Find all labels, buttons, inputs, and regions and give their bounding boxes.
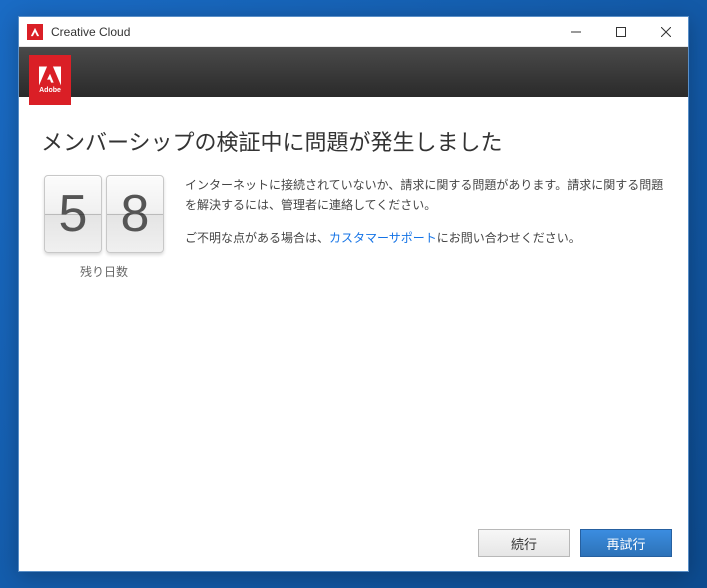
counter-label: 残り日数 <box>80 263 128 280</box>
continue-button[interactable]: 続行 <box>478 529 570 557</box>
titlebar: Creative Cloud <box>19 17 688 47</box>
adobe-logo-label: Adobe <box>39 87 61 94</box>
page-title: メンバーシップの検証中に問題が発生しました <box>41 125 666 157</box>
window-title: Creative Cloud <box>51 25 553 39</box>
message-paragraph-2: ご不明な点がある場合は、カスタマーサポートにお問い合わせください。 <box>185 228 666 248</box>
dialog-window: Creative Cloud Adobe メンバーシップの検証中に問題が発生しま… <box>18 16 689 572</box>
minimize-button[interactable] <box>553 17 598 46</box>
message-text-after: にお問い合わせください。 <box>437 231 581 245</box>
content-area: メンバーシップの検証中に問題が発生しました 5 8 残り日数 インターネットに接… <box>19 97 688 519</box>
header-band: Adobe <box>19 47 688 97</box>
countdown-column: 5 8 残り日数 <box>41 175 167 280</box>
counter-digit-1: 5 <box>44 175 102 253</box>
close-button[interactable] <box>643 17 688 46</box>
window-controls <box>553 17 688 46</box>
message-paragraph-1: インターネットに接続されていないか、請求に関する問題があります。請求に関する問題… <box>185 175 666 216</box>
customer-support-link[interactable]: カスタマーサポート <box>329 231 437 245</box>
maximize-button[interactable] <box>598 17 643 46</box>
app-icon <box>27 24 43 40</box>
retry-button[interactable]: 再試行 <box>580 529 672 557</box>
body-row: 5 8 残り日数 インターネットに接続されていないか、請求に関する問題があります… <box>41 175 666 280</box>
footer: 続行 再試行 <box>19 519 688 571</box>
counter-digit-2: 8 <box>106 175 164 253</box>
flip-counter: 5 8 <box>44 175 164 253</box>
adobe-logo: Adobe <box>29 55 71 105</box>
message-column: インターネットに接続されていないか、請求に関する問題があります。請求に関する問題… <box>185 175 666 280</box>
message-text-before: ご不明な点がある場合は、 <box>185 231 329 245</box>
